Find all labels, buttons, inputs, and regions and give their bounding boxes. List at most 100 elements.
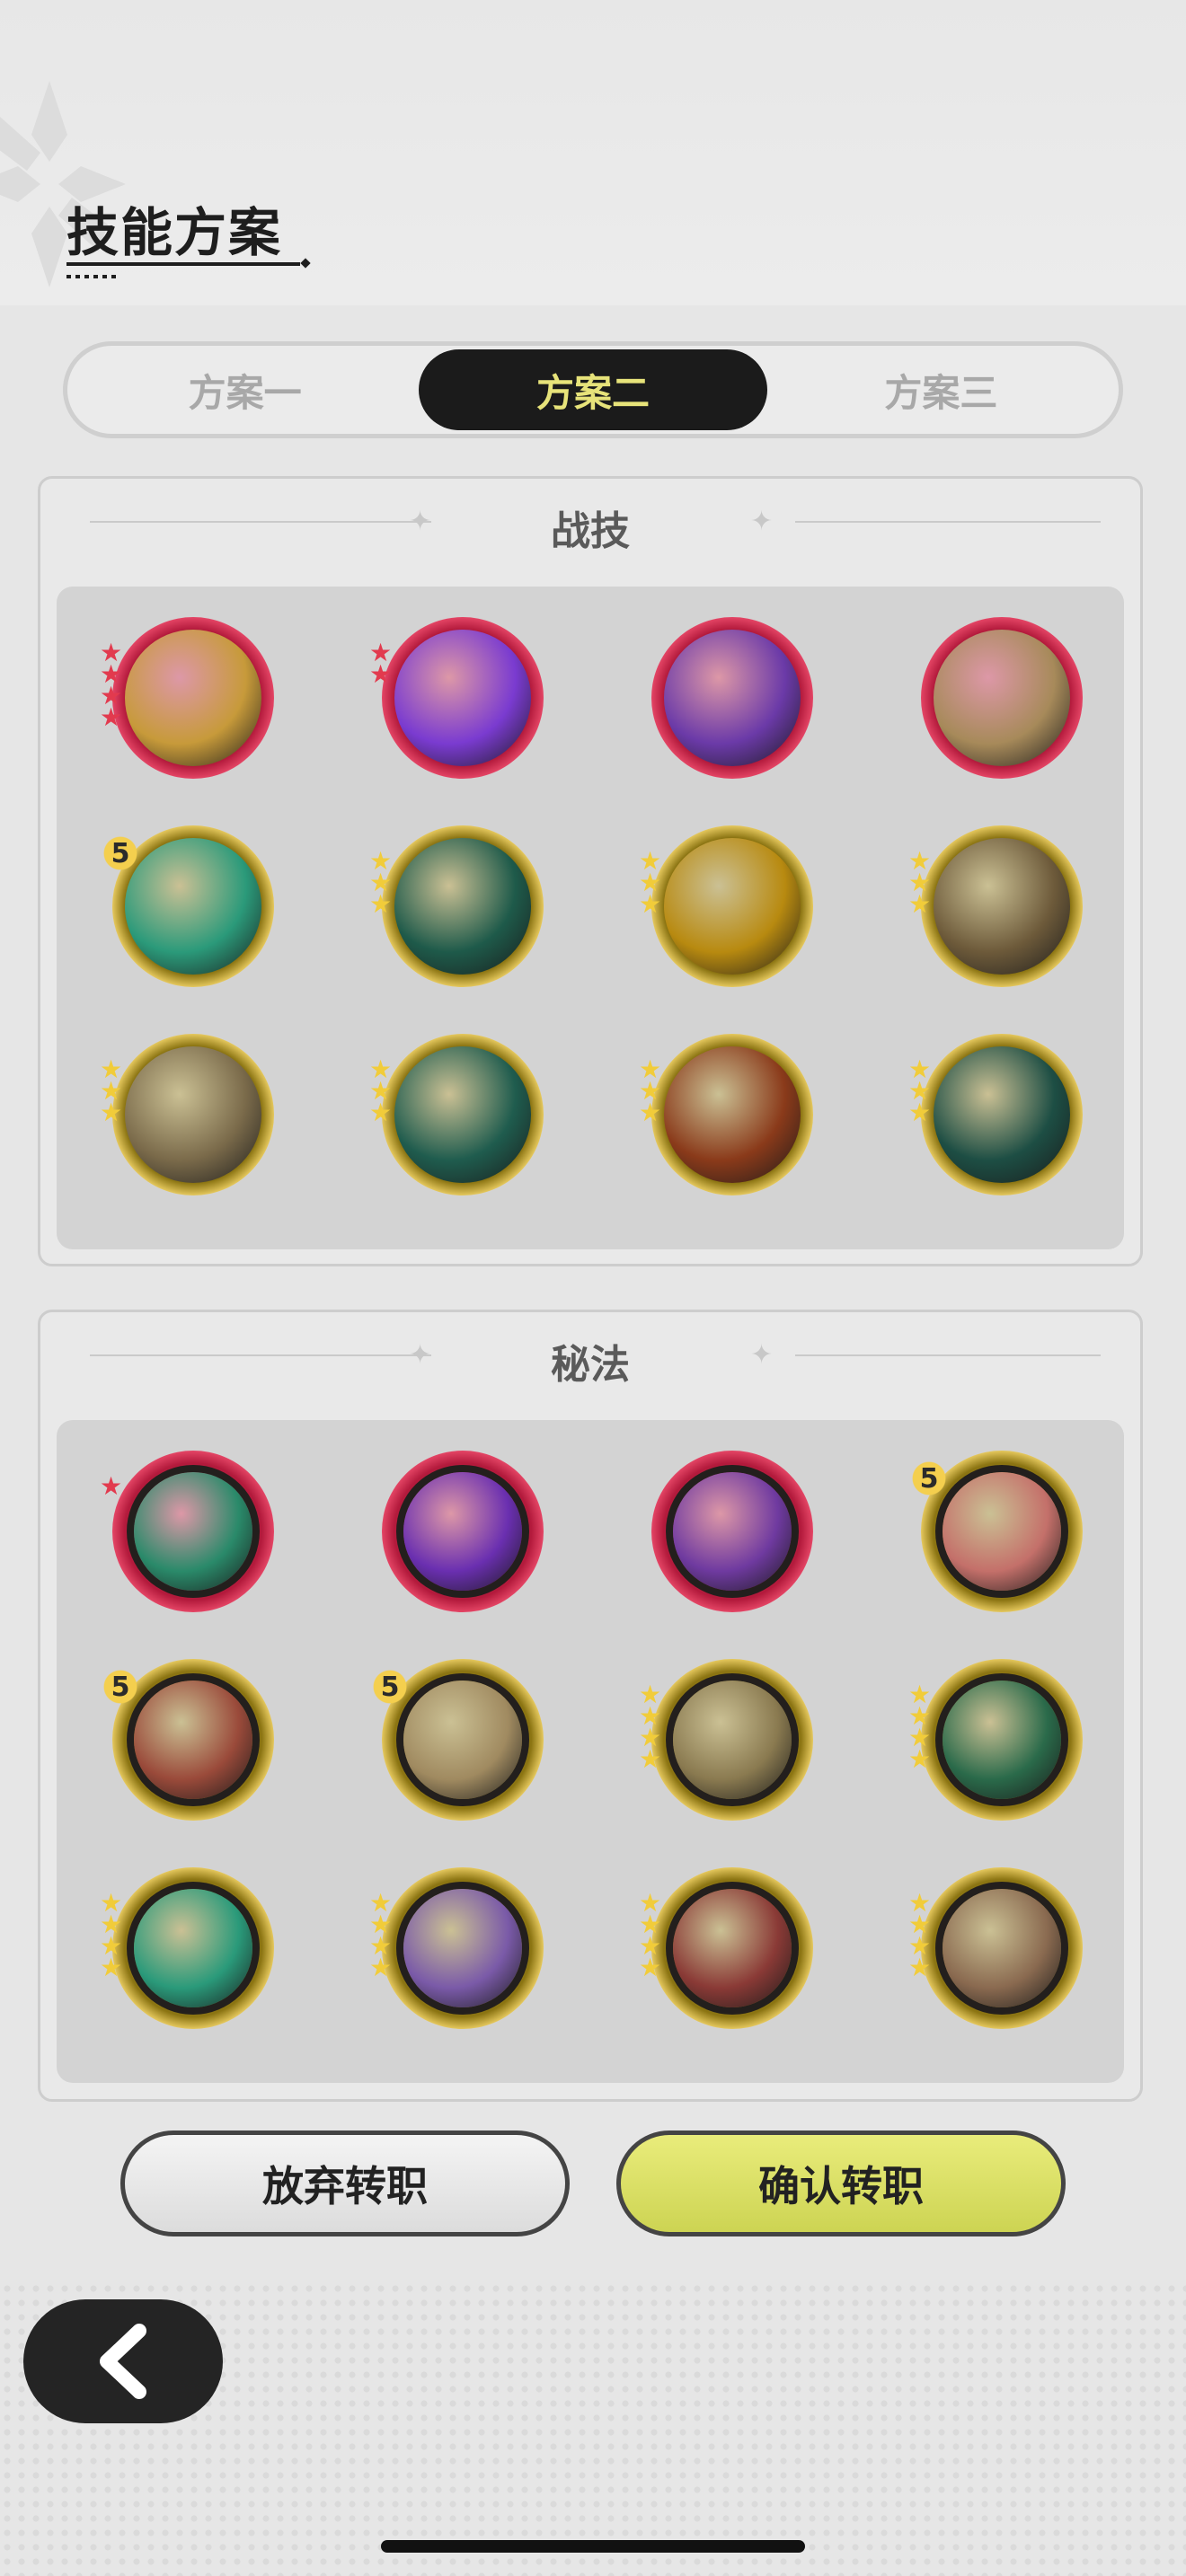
combat-skills-grid: ★ ★ ★ ★ ★ ★ 5 ★ ★ ★ ★ ★ ★ ★ ★ ★ ★ ★ ★ ★ ★ ★ ★ ★ ★ ★ ★ ★ (57, 587, 1124, 1249)
rank-star-icon: ★ (908, 889, 932, 919)
abandon-class-change-button[interactable]: 放弃转职 (120, 2130, 570, 2236)
arcane-sword-plus-icon[interactable]: 5 (908, 1451, 1083, 1612)
combat-skill-green-rise-icon[interactable]: 5 (100, 825, 274, 987)
arcane-purple-figure-icon[interactable] (651, 1451, 813, 1612)
icon-art (394, 630, 531, 766)
combat-skill-web-icon[interactable]: ★ ★ ★ (369, 1034, 544, 1195)
rank-stars: ★ ★ ★ ★ (369, 1891, 400, 1982)
icon-art (403, 1681, 522, 1799)
rank-star-icon: ★ (639, 1098, 662, 1127)
arcane-title: 秘法 (551, 1342, 630, 1388)
tab-plan-1[interactable]: 方案一 (71, 349, 419, 430)
home-indicator (381, 2540, 805, 2553)
icon-art (934, 1046, 1070, 1183)
combat-skill-purple-heart-icon[interactable]: ★ ★ (369, 617, 544, 779)
arcane-armor-golem-icon[interactable]: ★ ★ ★ ★ (639, 1659, 813, 1821)
combat-skill-flame-slash-icon[interactable]: ★ ★ ★ (639, 1034, 813, 1195)
title-underline (66, 262, 300, 266)
rank-stars: ★ ★ ★ (369, 849, 400, 917)
rank-stars: ★ ★ ★ ★ (100, 640, 130, 732)
icon-art (673, 1472, 792, 1591)
level-badge: 5 (369, 1666, 411, 1707)
panel-star-icon: ✦ (750, 506, 774, 537)
arcane-shield-heart-icon[interactable]: ★ ★ ★ ★ (908, 1867, 1083, 2029)
arcane-panel: ✦ 秘法 ✦ ★ 5 5 5 ★ ★ ★ ★ ★ ★ ★ ★ ★ ★ ★ ★ ★ ★ ★ ★ ★ ★ ★ ★ ★ ★ ★ ★ (38, 1310, 1143, 2102)
rank-star-icon: ★ (908, 1953, 932, 1982)
rank-stars: ★ ★ ★ ★ (639, 1891, 669, 1982)
rank-stars: ★ ★ ★ ★ (908, 1891, 939, 1982)
header: 技能方案 (0, 0, 1186, 305)
rank-star-icon: ★ (908, 1744, 932, 1774)
chevron-left-icon (100, 2324, 146, 2399)
combat-skill-crescent-slash-icon[interactable]: ★ ★ ★ (908, 825, 1083, 987)
arcane-red-shatter-icon[interactable]: 5 (100, 1659, 274, 1821)
panel-star-icon: ✦ (750, 1339, 774, 1371)
rank-stars: ★ ★ ★ ★ (639, 1682, 669, 1774)
rank-star-icon: ★ (639, 1744, 662, 1774)
rank-star-icon: ★ (100, 1953, 123, 1982)
icon-art (934, 838, 1070, 975)
rank-stars: ★ ★ ★ (908, 849, 939, 919)
icon-art (394, 1046, 531, 1183)
icon-art (673, 1889, 792, 2007)
icon-art (134, 1681, 252, 1799)
arcane-purple-flame-icon[interactable] (382, 1451, 544, 1612)
icon-art (134, 1889, 252, 2007)
rank-stars: ★ (100, 1471, 130, 1501)
icon-art (664, 1046, 801, 1183)
icon-art (943, 1472, 1061, 1591)
panel-divider-right (795, 1354, 1101, 1356)
arcane-red-armor-icon[interactable]: ★ ★ ★ ★ (639, 1867, 813, 2029)
combat-skills-panel: ✦ 战技 ✦ ★ ★ ★ ★ ★ ★ 5 ★ ★ ★ ★ ★ ★ ★ ★ ★ ★ ★ ★ ★ ★ ★ ★ ★ ★ ★ ★ ★ (38, 476, 1143, 1266)
rank-star-icon: ★ (100, 702, 123, 732)
icon-art (943, 1681, 1061, 1799)
combat-skill-golden-swirl-icon[interactable]: ★ ★ ★ ★ (100, 617, 274, 779)
rank-stars: ★ ★ ★ (639, 1057, 669, 1127)
rank-stars: ★ ★ ★ (100, 1057, 130, 1127)
level-badge: 5 (100, 833, 141, 874)
back-button[interactable] (23, 2299, 223, 2423)
rank-star-icon: ★ (100, 1098, 123, 1127)
confirm-class-change-button[interactable]: 确认转职 (616, 2130, 1066, 2236)
icon-art (394, 838, 531, 975)
icon-art (934, 630, 1070, 766)
rank-stars: ★ ★ ★ ★ (908, 1682, 939, 1774)
arcane-healing-totem-icon[interactable]: ★ (100, 1451, 274, 1612)
icon-art (125, 1046, 261, 1183)
arcane-purple-spirit-icon[interactable]: ★ ★ ★ ★ (369, 1867, 544, 2029)
plan-tabs: 方案一 方案二 方案三 (63, 341, 1123, 438)
combat-skill-impact-figure-icon[interactable]: ★ ★ ★ (100, 1034, 274, 1195)
rank-star-icon: ★ (369, 659, 393, 689)
icon-art (134, 1472, 252, 1591)
combat-skill-dark-grab-icon[interactable] (921, 617, 1083, 779)
rank-stars: ★ ★ ★ ★ (100, 1891, 130, 1982)
arcane-green-blade-icon[interactable]: ★ ★ ★ ★ (100, 1867, 274, 2029)
rank-stars: ★ ★ ★ (369, 1057, 400, 1127)
level-badge: 5 (908, 1458, 950, 1499)
tab-plan-2[interactable]: 方案二 (419, 349, 767, 430)
panel-divider-right (795, 521, 1101, 523)
combat-skill-golden-shield-icon[interactable]: ★ ★ ★ (639, 825, 813, 987)
combat-skill-green-dash-icon[interactable]: ★ ★ ★ (369, 825, 544, 987)
rank-stars: ★ ★ ★ (639, 849, 669, 917)
combat-skills-title: 战技 (551, 508, 630, 554)
rank-star-icon: ★ (369, 1098, 393, 1127)
title-dots (66, 275, 117, 278)
rank-star-icon: ★ (100, 1471, 123, 1501)
combat-skill-green-sword-icon[interactable]: ★ ★ ★ (908, 1034, 1083, 1195)
arcane-leaf-icon[interactable]: 5 (369, 1659, 544, 1821)
tab-plan-3[interactable]: 方案三 (767, 349, 1115, 430)
rank-star-icon: ★ (369, 1953, 393, 1982)
rank-stars: ★ ★ (369, 640, 400, 689)
rank-star-icon: ★ (639, 1953, 662, 1982)
icon-art (943, 1889, 1061, 2007)
icon-art (673, 1681, 792, 1799)
rank-star-icon: ★ (908, 1098, 932, 1127)
arcane-grid: ★ 5 5 5 ★ ★ ★ ★ ★ ★ ★ ★ ★ ★ ★ ★ ★ ★ ★ ★ ★ ★ ★ ★ ★ ★ ★ ★ (57, 1420, 1124, 2083)
icon-art (125, 630, 261, 766)
arcane-green-heart-icon[interactable]: ★ ★ ★ ★ (908, 1659, 1083, 1821)
level-badge: 5 (100, 1666, 141, 1707)
icon-art (664, 630, 801, 766)
page-title: 技能方案 (66, 202, 283, 263)
combat-skill-purple-claw-icon[interactable] (651, 617, 813, 779)
